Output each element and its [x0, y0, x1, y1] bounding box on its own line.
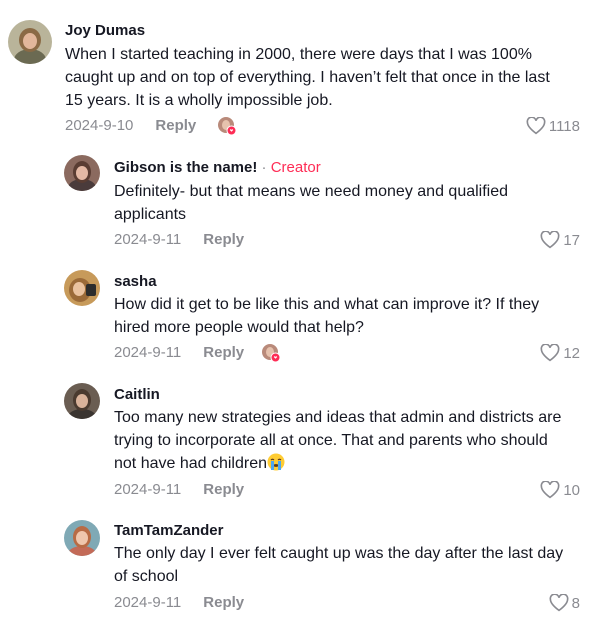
like-button[interactable]: 1118 [526, 117, 580, 135]
comment-meta: 2024-9-11 Reply [114, 594, 244, 611]
comment-text: Definitely- but that means we need money… [114, 183, 509, 223]
like-button[interactable]: 17 [540, 231, 580, 249]
like-count: 8 [571, 594, 580, 612]
like-count: 1118 [548, 117, 580, 135]
comment-text: How did it get to be like this and what … [114, 296, 540, 336]
heart-icon [540, 344, 560, 362]
heart-icon [540, 231, 560, 249]
comment-date: 2024-9-11 [114, 344, 182, 361]
comment-author[interactable]: Joy Dumas [65, 22, 145, 39]
comment-text-body: Too many new strategies and ideas that a… [114, 409, 562, 472]
like-button[interactable]: 10 [540, 481, 580, 499]
avatar[interactable] [64, 383, 100, 419]
comment-author[interactable]: Gibson is the name! [114, 159, 257, 176]
comment-meta: 2024-9-10 Reply [65, 117, 196, 134]
comment-author[interactable]: sasha [114, 273, 157, 290]
like-count: 10 [563, 481, 580, 499]
avatar[interactable] [8, 20, 52, 64]
liked-by-creator-icon [262, 344, 281, 363]
reply-button[interactable]: Reply [203, 481, 244, 498]
like-button[interactable]: 12 [540, 344, 580, 362]
crying-face-emoji [267, 453, 285, 471]
comment-date: 2024-9-11 [114, 231, 182, 248]
comment-author[interactable]: Caitlin [114, 386, 160, 403]
comment-date: 2024-9-11 [114, 481, 182, 498]
avatar[interactable] [64, 155, 100, 191]
avatar[interactable] [64, 270, 100, 306]
creator-badge: Creator [270, 159, 321, 176]
reply-button[interactable]: Reply [155, 117, 196, 134]
like-count: 12 [563, 344, 580, 362]
reply-button[interactable]: Reply [203, 594, 244, 611]
heart-icon [526, 117, 546, 135]
comment-caitlin: Caitlin Too many new strategies and idea… [0, 373, 594, 510]
heart-icon [549, 594, 569, 612]
reply-button[interactable]: Reply [203, 344, 244, 361]
avatar[interactable] [64, 520, 100, 556]
reply-button[interactable]: Reply [203, 231, 244, 248]
like-count: 17 [563, 231, 580, 249]
heart-icon [540, 481, 560, 499]
comment-meta: 2024-9-11 Reply [114, 231, 244, 248]
comment-author[interactable]: TamTamZander [114, 522, 223, 539]
comment-gibson: Gibson is the name! · Creator Definitely… [0, 145, 594, 260]
like-button[interactable]: 8 [549, 594, 580, 612]
comment-text: When I started teaching in 2000, there w… [65, 46, 550, 109]
comment-date: 2024-9-10 [65, 117, 134, 134]
comment-text: Too many new strategies and ideas that a… [114, 406, 574, 475]
comment-tamtamzander: TamTamZander The only day I ever felt ca… [0, 510, 594, 627]
comment-meta: 2024-9-11 Reply [114, 481, 244, 498]
separator: · [261, 159, 267, 176]
comment-date: 2024-9-11 [114, 594, 182, 611]
liked-by-creator-icon [218, 117, 237, 136]
comment-sasha: sasha How did it get to be like this and… [0, 260, 594, 373]
comment-meta: 2024-9-11 Reply [114, 344, 244, 361]
comment-text: The only day I ever felt caught up was t… [114, 545, 564, 585]
comment-joy-dumas: Joy Dumas When I started teaching in 200… [0, 0, 594, 145]
comment-author-row: Gibson is the name! · Creator [114, 159, 321, 176]
